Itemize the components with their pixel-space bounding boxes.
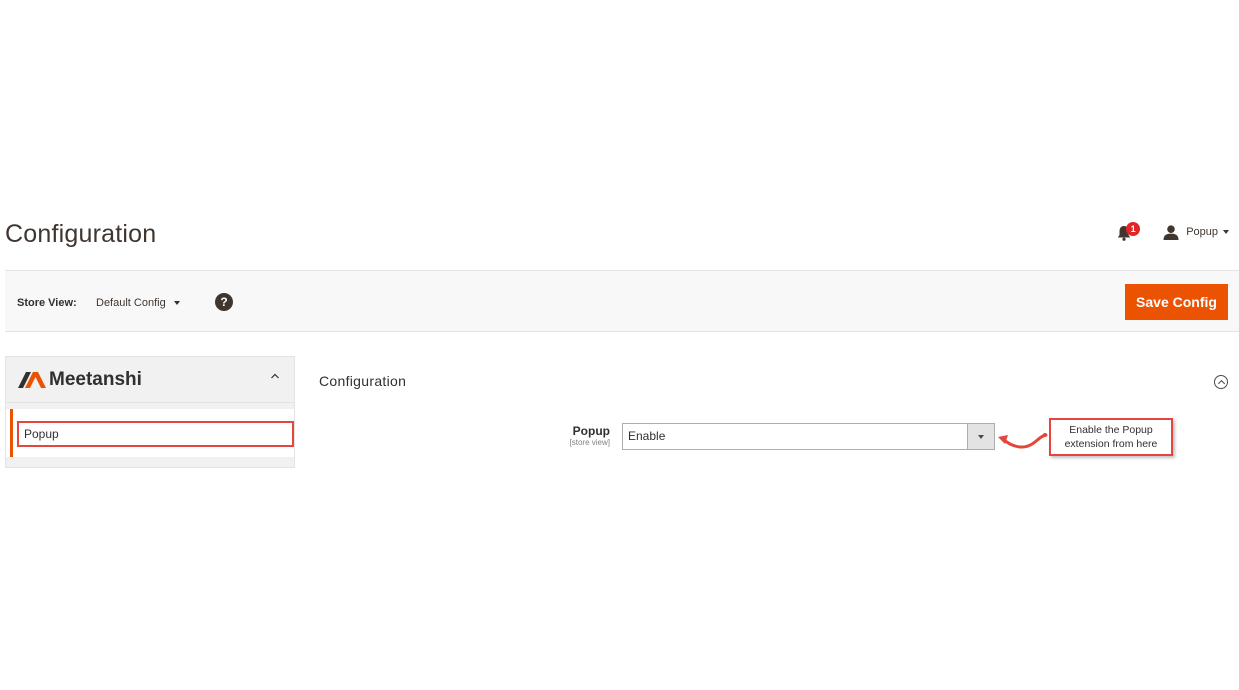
curved-arrow-icon [998,433,1048,449]
store-view-value: Default Config [96,297,166,309]
notification-count-badge: 1 [1126,222,1141,236]
select-arrow-icon [967,424,994,449]
popup-field-scope: [store view] [569,438,610,447]
chevron-down-icon [1223,230,1229,234]
header-actions: 1 Popup [1117,222,1229,242]
help-icon[interactable]: ? [215,293,233,311]
user-menu[interactable]: Popup [1163,224,1229,240]
user-name: Popup [1186,226,1218,238]
sidebar-items: Popup [6,409,294,457]
sidebar-item-popup[interactable]: Popup [17,421,294,447]
meetanshi-logo-icon [18,372,46,388]
sidebar-brand-title: Meetanshi [49,369,142,390]
store-view-bar: Store View: Default Config ? Save Config [5,270,1239,332]
store-view-switcher[interactable]: Default Config [96,297,180,309]
active-item-indicator [10,409,13,457]
annotation-callout: Enable the Popup extension from here [1049,418,1173,456]
popup-field-label: Popup [572,424,610,438]
page-title: Configuration [5,220,157,248]
notifications-button[interactable]: 1 [1117,222,1141,242]
chevron-up-icon[interactable] [270,371,280,381]
save-config-button[interactable]: Save Config [1125,284,1228,320]
chevron-down-icon [173,301,180,305]
config-sidebar: Meetanshi Popup [5,356,295,468]
sidebar-tab-meetanshi[interactable]: Meetanshi [6,357,294,403]
store-view-label: Store View: [17,297,77,309]
section-title[interactable]: Configuration [319,373,406,389]
popup-enable-select-value: Enable [628,429,666,443]
annotation-line-2: extension from here [1064,438,1158,450]
popup-enable-select[interactable]: Enable [622,423,995,450]
collapse-circle-icon[interactable] [1214,375,1228,389]
user-icon [1163,224,1179,240]
annotation-line-1: Enable the Popup [1069,424,1153,436]
